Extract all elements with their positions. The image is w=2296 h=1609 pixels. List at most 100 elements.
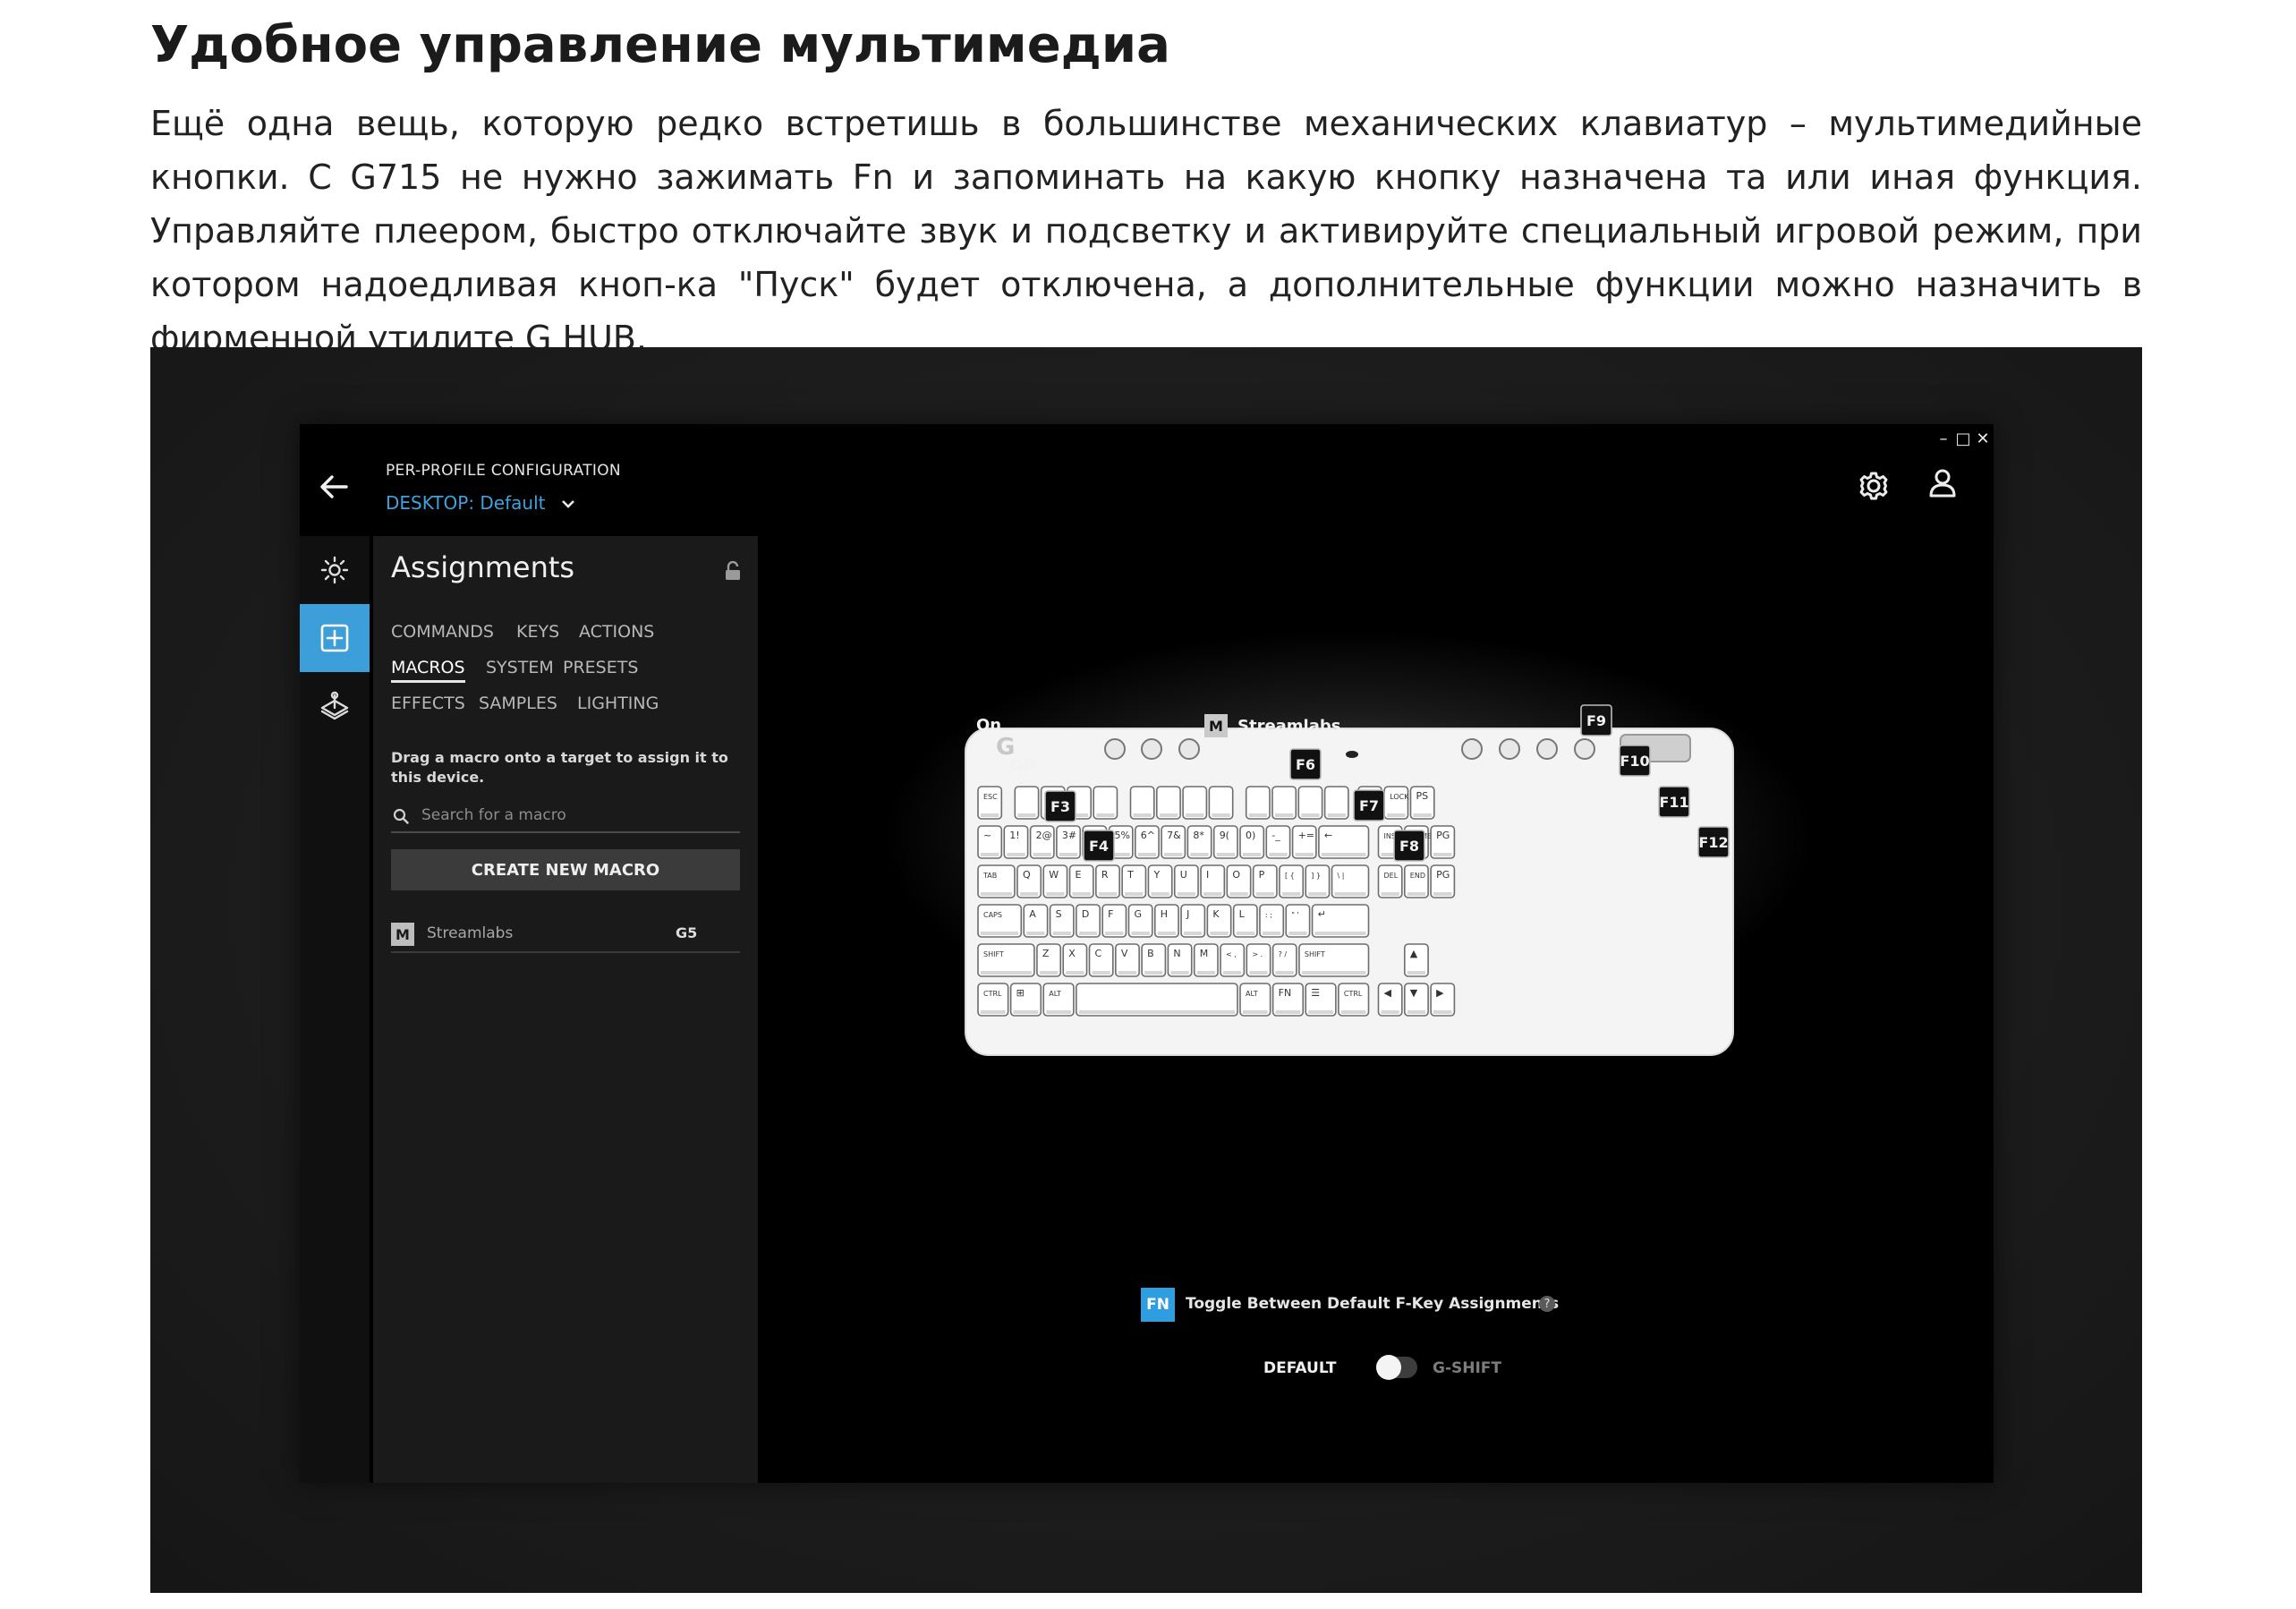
keyboard-key[interactable]: W	[1042, 864, 1068, 898]
keyboard-key[interactable]: ~	[977, 825, 1003, 859]
profile-dropdown[interactable]: DESKTOP: Default	[386, 492, 576, 514]
keyboard-key[interactable]: 1!	[1003, 825, 1029, 859]
keyboard-key[interactable]: Y	[1147, 864, 1173, 898]
keyboard-key[interactable]: H	[1153, 904, 1179, 938]
keyboard-key[interactable]: F	[1101, 904, 1127, 938]
keyboard-key[interactable]: T	[1121, 864, 1147, 898]
tab-lighting[interactable]: LIGHTING	[577, 694, 659, 713]
keyboard-key[interactable]	[1155, 786, 1181, 820]
lock-icon[interactable]	[724, 561, 742, 581]
keyboard-key[interactable]: ↵	[1311, 904, 1370, 938]
keyboard-key[interactable]: [ {	[1279, 864, 1305, 898]
keyboard-key[interactable]: 3#	[1056, 825, 1081, 859]
keyboard-key[interactable]: PG	[1430, 864, 1456, 898]
keyboard-key[interactable]: 8*	[1186, 825, 1212, 859]
keyboard-key[interactable]	[1093, 786, 1118, 820]
user-icon[interactable]	[1926, 467, 1959, 499]
keyboard-key[interactable]: +=	[1291, 825, 1317, 859]
keyboard-key[interactable]: \ |	[1331, 864, 1370, 898]
keyboard-key[interactable]: M	[1193, 943, 1219, 977]
keyboard-key[interactable]: O	[1226, 864, 1252, 898]
media-mute-icon[interactable]	[1574, 738, 1595, 760]
macro-list-item[interactable]: M Streamlabs G5	[391, 921, 740, 953]
keyboard-key[interactable]: ←	[1318, 825, 1370, 859]
keyboard-key[interactable]	[1014, 786, 1040, 820]
keyboard-key[interactable]: 0)	[1239, 825, 1265, 859]
rail-item-assignments[interactable]	[300, 604, 370, 672]
minimize-button[interactable]: –	[1934, 430, 1953, 448]
keyboard-key[interactable]: ESC	[977, 786, 1003, 820]
media-next-icon[interactable]	[1536, 738, 1558, 760]
keyboard-key[interactable]: ? /	[1271, 943, 1297, 977]
keyboard-key[interactable]: A	[1023, 904, 1049, 938]
help-icon[interactable]: ?	[1539, 1296, 1555, 1312]
keyboard-key[interactable]	[1297, 786, 1323, 820]
keyboard-key[interactable]	[1182, 786, 1208, 820]
keyboard-key[interactable]	[1245, 786, 1271, 820]
keyboard-key[interactable]: P	[1252, 864, 1278, 898]
tab-actions[interactable]: ACTIONS	[579, 622, 654, 642]
tab-keys[interactable]: KEYS	[516, 622, 559, 642]
rail-item-lighting[interactable]	[300, 536, 370, 604]
media-brightness-icon[interactable]	[1141, 738, 1162, 760]
keyboard-key[interactable]: 9(	[1212, 825, 1238, 859]
keyboard-key[interactable]: J	[1180, 904, 1206, 938]
keyboard-key[interactable]: K	[1206, 904, 1232, 938]
tab-presets[interactable]: PRESETS	[563, 658, 638, 677]
keyboard-key[interactable]: Q	[1016, 864, 1042, 898]
keyboard-key[interactable]: N	[1167, 943, 1193, 977]
keyboard-key[interactable]: PG	[1430, 825, 1456, 859]
keyboard-key[interactable]: U	[1173, 864, 1199, 898]
keyboard-key[interactable]: CTRL	[1338, 983, 1370, 1017]
keyboard-key[interactable]: ALT	[1042, 983, 1075, 1017]
maximize-button[interactable]: □	[1953, 430, 1973, 448]
keyboard-key[interactable]: V	[1115, 943, 1140, 977]
keyboard-key[interactable]: SHIFT	[977, 943, 1035, 977]
tab-commands[interactable]: COMMANDS	[391, 622, 494, 642]
keyboard-key[interactable]: 6^	[1134, 825, 1160, 859]
keyboard-key[interactable]: B	[1141, 943, 1167, 977]
keyboard-key[interactable]	[1323, 786, 1349, 820]
keyboard-key[interactable]	[1129, 786, 1155, 820]
tab-samples[interactable]: SAMPLES	[479, 694, 557, 713]
keyboard-key[interactable]: ▼	[1403, 983, 1429, 1017]
keyboard-key[interactable]: -_	[1265, 825, 1291, 859]
keyboard-key[interactable]: S	[1049, 904, 1075, 938]
rail-item-game-mode[interactable]	[300, 672, 370, 740]
keyboard-key[interactable]	[1208, 786, 1234, 820]
media-light-icon[interactable]	[1178, 738, 1200, 760]
media-play-icon[interactable]	[1499, 738, 1520, 760]
keyboard-key[interactable]: < ,	[1220, 943, 1246, 977]
keyboard-key[interactable]: ALT	[1239, 983, 1271, 1017]
keyboard-key[interactable]: : ;	[1259, 904, 1285, 938]
keyboard-key[interactable]: 7&	[1161, 825, 1186, 859]
tab-system[interactable]: SYSTEM	[486, 658, 554, 677]
keyboard-key[interactable]: CTRL	[977, 983, 1009, 1017]
keyboard-key[interactable]: ] }	[1305, 864, 1331, 898]
arrow-left-icon[interactable]	[316, 469, 352, 505]
keyboard-key[interactable]: I	[1200, 864, 1226, 898]
keyboard-key[interactable]: ⊞	[1009, 983, 1042, 1017]
keyboard-key[interactable]: Z	[1036, 943, 1062, 977]
media-game-mode-icon[interactable]	[1104, 738, 1126, 760]
macro-search-input[interactable]	[421, 804, 726, 826]
keyboard-key[interactable]: FN	[1271, 983, 1305, 1017]
tab-effects[interactable]: EFFECTS	[391, 694, 465, 713]
keyboard-key[interactable]: ▶	[1430, 983, 1456, 1017]
keyboard-key[interactable]: LOCK	[1383, 786, 1409, 820]
keyboard-key[interactable]: > .	[1246, 943, 1271, 977]
keyboard-key[interactable]: ▲	[1403, 943, 1429, 977]
mode-toggle-switch[interactable]	[1376, 1355, 1417, 1380]
keyboard-key[interactable]: SHIFT	[1298, 943, 1370, 977]
keyboard-key[interactable]: END	[1403, 864, 1429, 898]
keyboard-key[interactable]: ☰	[1305, 983, 1337, 1017]
close-button[interactable]: ✕	[1973, 430, 1993, 448]
keyboard-key[interactable]: X	[1062, 943, 1088, 977]
keyboard-key[interactable]	[1076, 983, 1238, 1017]
keyboard-key[interactable]: E	[1068, 864, 1094, 898]
keyboard-key[interactable]: TAB	[977, 864, 1016, 898]
create-new-macro-button[interactable]: CREATE NEW MACRO	[391, 849, 740, 890]
keyboard-key[interactable]: R	[1095, 864, 1120, 898]
keyboard-key[interactable]: D	[1076, 904, 1101, 938]
keyboard-key[interactable]	[1271, 786, 1297, 820]
